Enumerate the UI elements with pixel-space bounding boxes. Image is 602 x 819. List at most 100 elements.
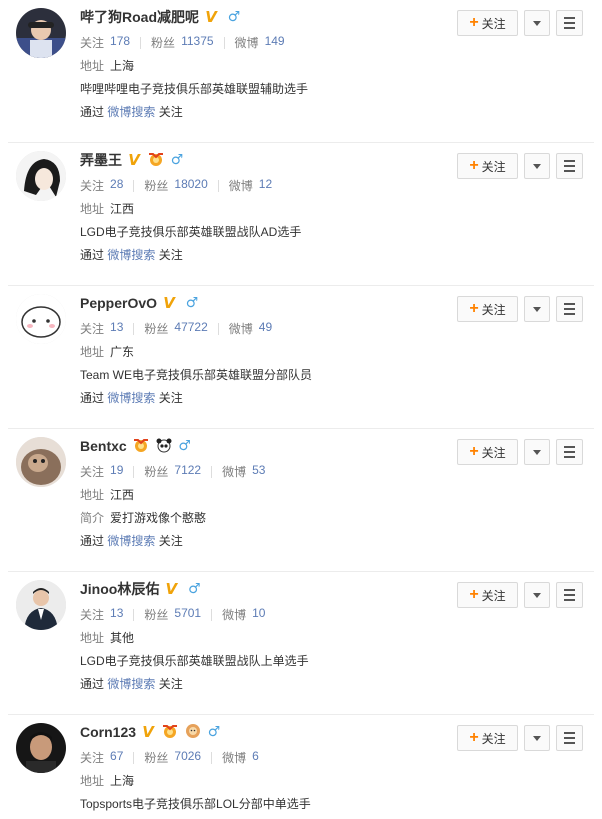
menu-button[interactable] [556,725,583,751]
dropdown-button[interactable] [524,582,550,608]
following-stat[interactable]: 关注 28 [80,177,123,194]
name-row: 哔了狗Road减肥呢 V ♂ [80,7,241,27]
description-text: Team WE电子竞技俱乐部英雄联盟分部队员 [80,368,313,382]
weibo-search-link[interactable]: 微博搜索 [107,534,155,548]
menu-button[interactable] [556,296,583,322]
follow-button[interactable]: + 关注 [457,296,518,322]
menu-button[interactable] [556,153,583,179]
weibo-stat[interactable]: 微博 53 [222,463,265,480]
verified-icon: V [165,580,178,598]
user-card: 弄墨王 V ♂ 关注 28 粉丝 18020 微博 12 地址 江西 LGD电子竞技俱乐… [0,143,602,286]
menu-button[interactable] [556,439,583,465]
divider [133,322,135,335]
name-row: Corn123 V ♂ [80,722,221,742]
following-stat[interactable]: 关注 19 [80,463,123,480]
user-name[interactable]: Jinoo林辰佑 [80,579,159,599]
portrait-avatar-icon[interactable] [16,723,66,773]
address-line: 地址 江西 [80,202,135,216]
description-line: 简介 爱打游戏像个憨憨 [80,511,207,525]
stats: 关注 13 粉丝 5701 微博 10 [80,606,265,623]
plus-icon: + [469,586,479,603]
description-line: Topsports电子竞技俱乐部LOL分部中单选手 [80,795,311,812]
divider [133,751,135,764]
address-line: 地址 江西 [80,488,135,502]
user-name[interactable]: 哔了狗Road减肥呢 [80,7,199,27]
weibo-stat[interactable]: 微博 12 [229,177,272,194]
chevron-down-icon [533,163,541,169]
dropdown-button[interactable] [524,153,550,179]
follow-button[interactable]: + 关注 [457,10,518,36]
dropdown-button[interactable] [524,725,550,751]
following-stat[interactable]: 关注 178 [80,34,130,51]
menu-icon [564,160,575,162]
divider [217,322,219,335]
chevron-down-icon [533,20,541,26]
user-card: PepperOvO V ♂ 关注 13 粉丝 47722 微博 49 地址 广东 Tea… [0,286,602,429]
followers-count: 47722 [174,320,208,334]
via-line: 通过 微博搜索 关注 [80,534,183,548]
user-name[interactable]: Corn123 [80,724,136,740]
followers-stat[interactable]: 粉丝 18020 [144,177,207,194]
weibo-search-link[interactable]: 微博搜索 [107,677,155,691]
via-line: 通过 微博搜索 关注 [80,248,183,262]
follow-button[interactable]: + 关注 [457,725,518,751]
description-text: Topsports电子竞技俱乐部LOL分部中单选手 [80,797,311,811]
followers-stat[interactable]: 粉丝 5701 [144,606,201,623]
weibo-stat[interactable]: 微博 49 [229,320,272,337]
followers-stat[interactable]: 粉丝 7026 [144,749,201,766]
suit-avatar-icon[interactable] [16,580,66,630]
gamer-avatar-icon[interactable] [16,8,66,58]
follow-button[interactable]: + 关注 [457,439,518,465]
menu-icon [564,732,575,734]
weibo-stat[interactable]: 微博 149 [235,34,285,51]
weibo-stat[interactable]: 微博 6 [222,749,259,766]
dropdown-button[interactable] [524,439,550,465]
user-name[interactable]: PepperOvO [80,295,157,311]
address-value: 上海 [110,59,135,73]
panda-icon [154,437,174,456]
description-text: LGD电子竞技俱乐部英雄联盟战队上单选手 [80,654,309,668]
weibo-search-link[interactable]: 微博搜索 [107,248,155,262]
user-card: Corn123 V ♂ 关注 67 粉丝 7026 微博 6 地址 上海 Topspor… [0,715,602,819]
weibo-search-link[interactable]: 微博搜索 [107,391,155,405]
user-name[interactable]: 弄墨王 [80,150,122,170]
weibo-count: 53 [252,463,266,477]
following-stat[interactable]: 关注 13 [80,320,123,337]
dropdown-button[interactable] [524,296,550,322]
cat-avatar-icon[interactable] [16,437,66,487]
dropdown-button[interactable] [524,10,550,36]
medals [131,437,174,456]
followers-count: 5701 [174,606,202,620]
stats: 关注 67 粉丝 7026 微博 6 [80,749,259,766]
chevron-down-icon [533,449,541,455]
following-count: 13 [110,606,124,620]
follow-button[interactable]: + 关注 [457,582,518,608]
following-stat[interactable]: 关注 13 [80,606,123,623]
address-value: 江西 [110,202,135,216]
following-count: 13 [110,320,124,334]
user-name[interactable]: Bentxc [80,438,127,454]
menu-button[interactable] [556,10,583,36]
chevron-down-icon [533,735,541,741]
description-text: LGD电子竞技俱乐部英雄联盟战队AD选手 [80,225,302,239]
menu-button[interactable] [556,582,583,608]
weibo-search-link[interactable]: 微博搜索 [107,105,155,119]
address-line: 地址 其他 [80,631,135,645]
medals [160,723,203,742]
followers-stat[interactable]: 粉丝 47722 [144,320,207,337]
following-stat[interactable]: 关注 67 [80,749,123,766]
followers-stat[interactable]: 粉丝 7122 [144,463,201,480]
name-row: Jinoo林辰佑 V ♂ [80,579,201,599]
male-icon: ♂ [170,152,184,168]
followers-stat[interactable]: 粉丝 11375 [151,34,214,51]
address-line: 地址 广东 [80,345,135,359]
chevron-down-icon [533,306,541,312]
following-count: 19 [110,463,124,477]
following-count: 28 [110,177,124,191]
follow-button[interactable]: + 关注 [457,153,518,179]
medal-icon [160,723,180,742]
cartoon-avatar-icon[interactable] [16,294,66,344]
medals [146,151,166,170]
anime-avatar-icon[interactable] [16,151,66,201]
weibo-stat[interactable]: 微博 10 [222,606,265,623]
